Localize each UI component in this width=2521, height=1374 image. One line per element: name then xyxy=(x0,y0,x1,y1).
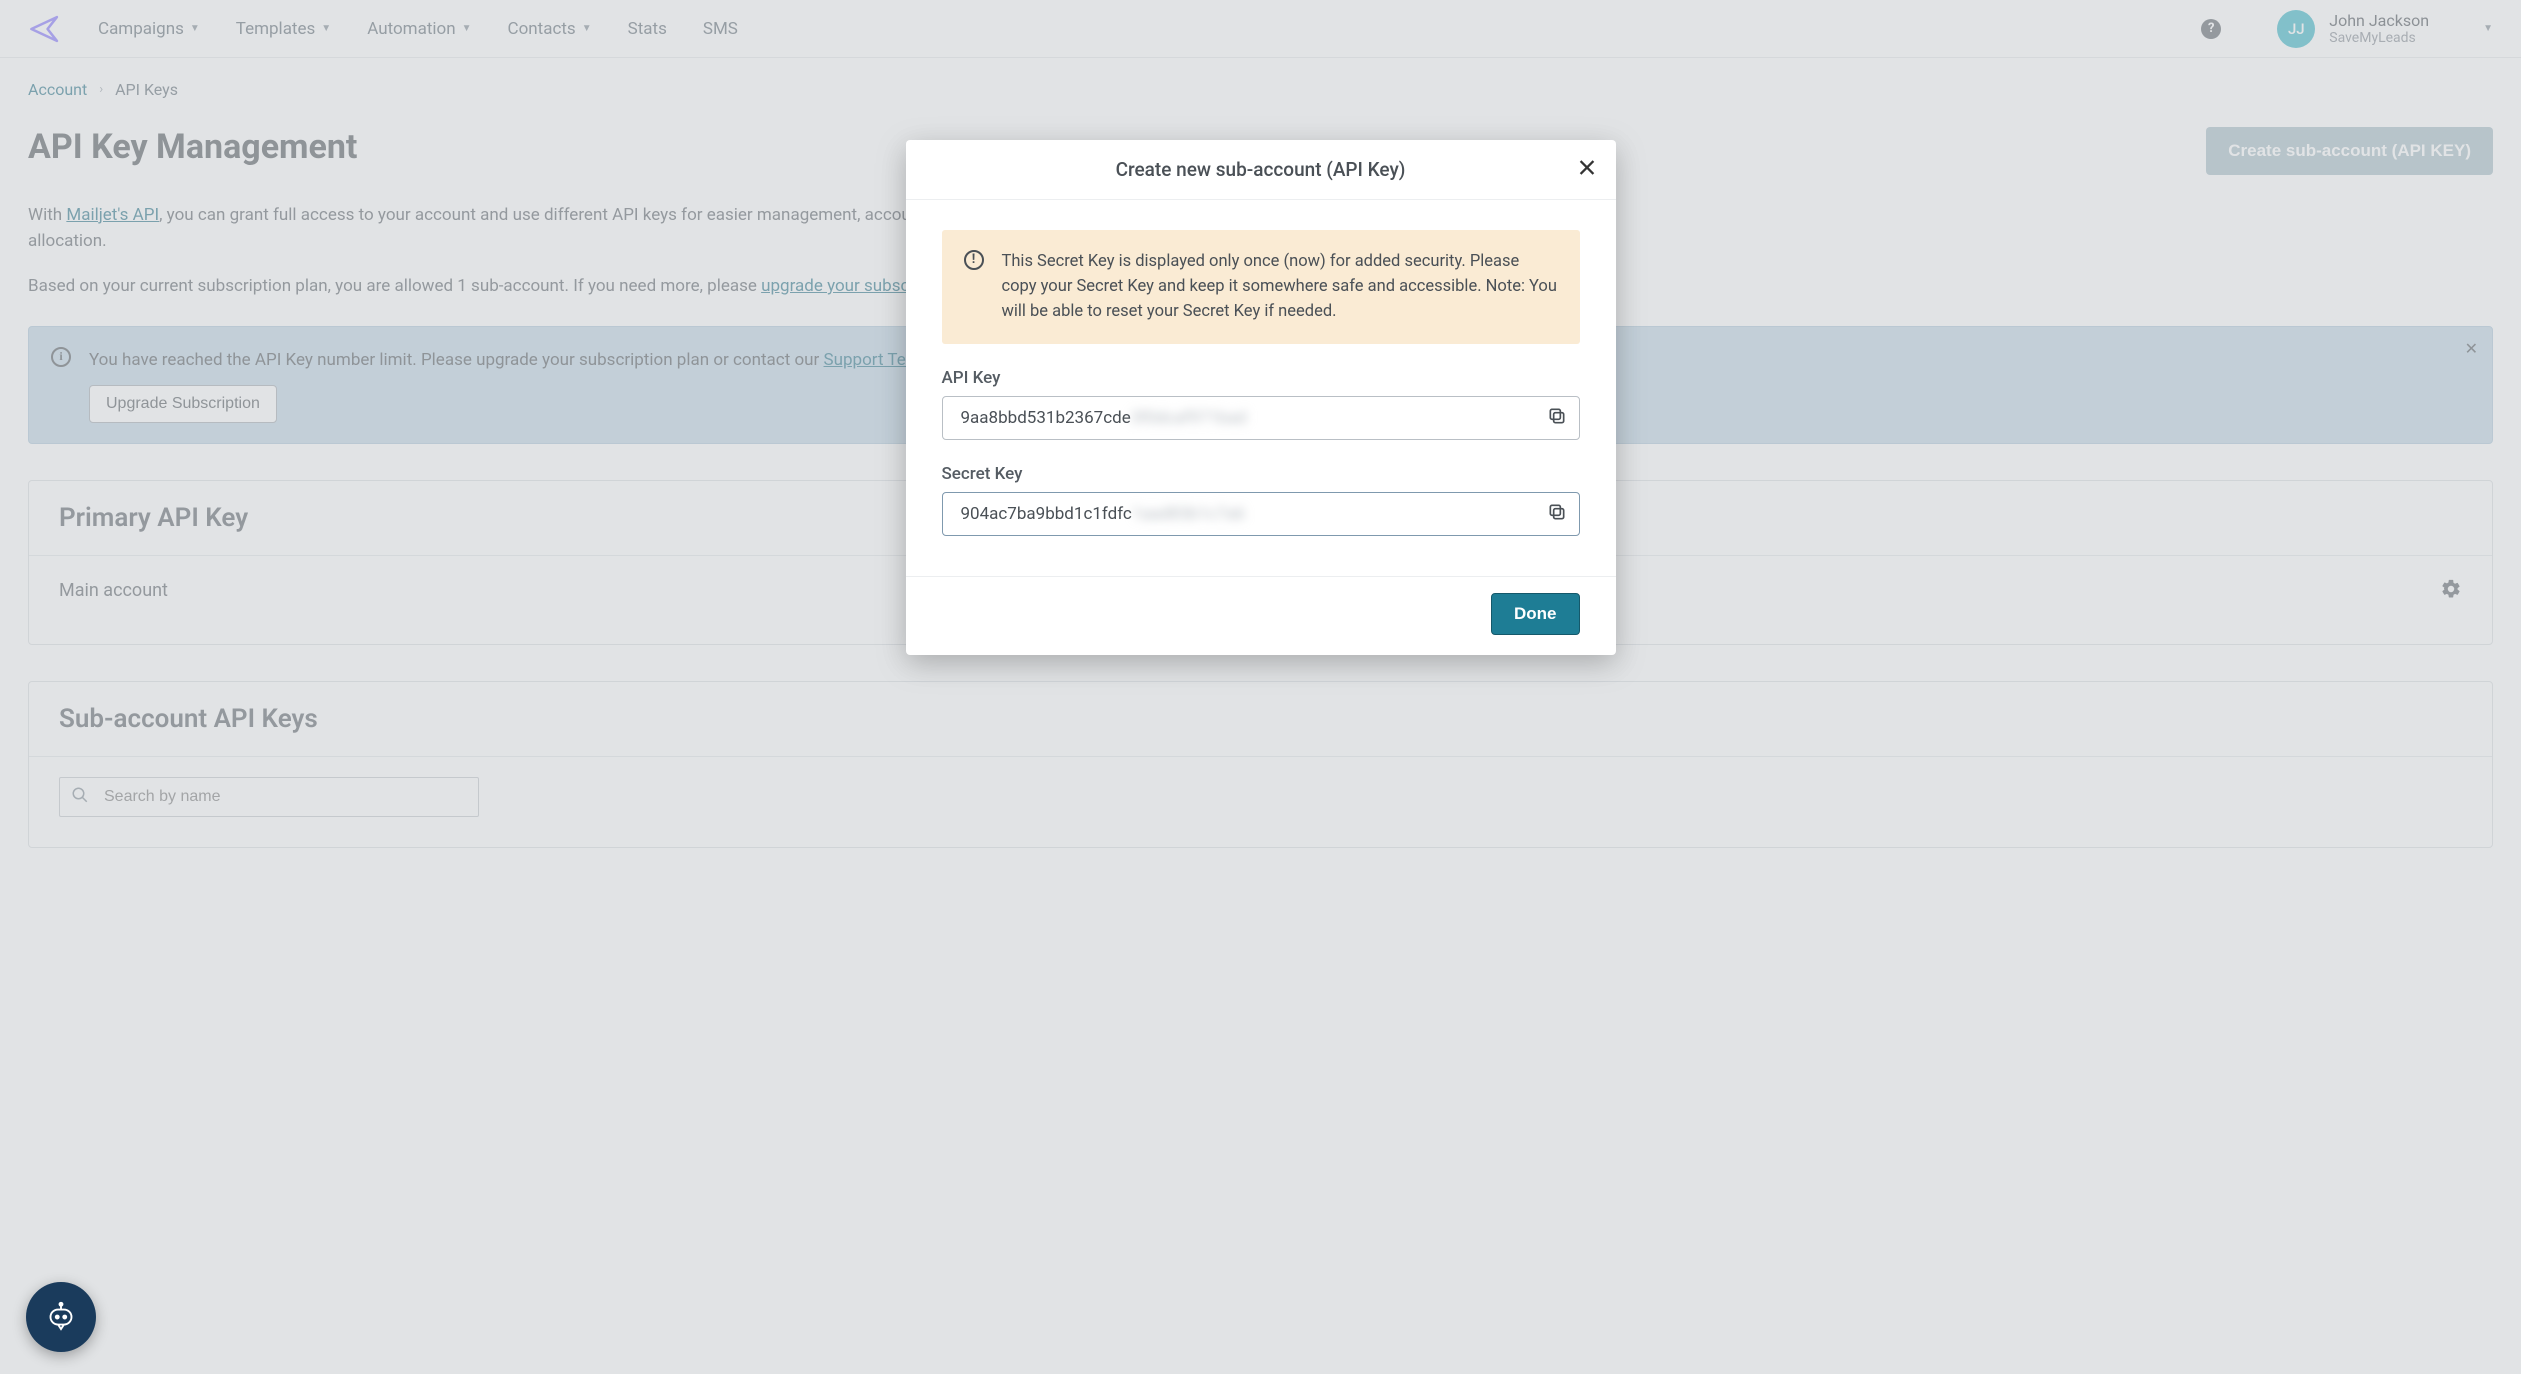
warning-icon: ! xyxy=(964,250,984,270)
warning-text: This Secret Key is displayed only once (… xyxy=(1002,250,1558,324)
modal-title: Create new sub-account (API Key) xyxy=(1116,158,1406,181)
api-key-value: 9aa8bbd531b2367cde3f0dcaf971bad xyxy=(961,408,1547,428)
secret-key-value: 904ac7ba9bbd1c1fdfc1aad83b1c7a6 xyxy=(961,504,1547,524)
secret-key-field[interactable]: 904ac7ba9bbd1c1fdfc1aad83b1c7a6 xyxy=(942,492,1580,536)
close-icon[interactable] xyxy=(1576,156,1598,183)
done-button[interactable]: Done xyxy=(1491,593,1580,635)
chat-widget-button[interactable] xyxy=(26,1282,96,1352)
secret-key-label: Secret Key xyxy=(942,464,1580,484)
warning-box: ! This Secret Key is displayed only once… xyxy=(942,230,1580,344)
copy-icon[interactable] xyxy=(1547,406,1567,430)
api-key-label: API Key xyxy=(942,368,1580,388)
modal-overlay: Create new sub-account (API Key) ! This … xyxy=(0,0,2521,1374)
copy-icon[interactable] xyxy=(1547,502,1567,526)
create-api-key-modal: Create new sub-account (API Key) ! This … xyxy=(906,140,1616,655)
api-key-field[interactable]: 9aa8bbd531b2367cde3f0dcaf971bad xyxy=(942,396,1580,440)
